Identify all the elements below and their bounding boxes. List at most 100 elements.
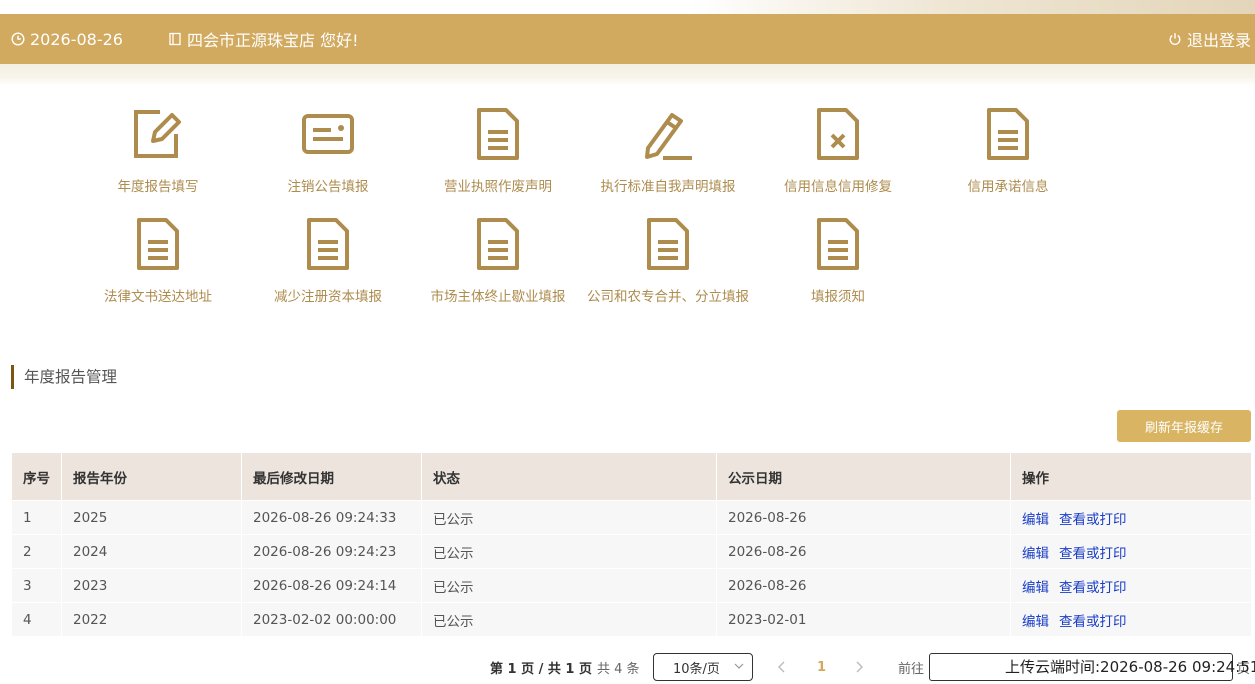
menu-business-termination[interactable]: 市场主体终止歇业填报 (413, 218, 583, 318)
page-info: 第 1 页 / 共 1 页 (490, 661, 592, 677)
cell-status: 已公示 (421, 568, 717, 603)
edit-link[interactable]: 编辑 (1022, 546, 1049, 562)
menu-capital-reduction[interactable]: 减少注册资本填报 (243, 218, 413, 318)
edit-square-icon (134, 110, 181, 158)
top-decor-strip (0, 0, 1255, 14)
edit-link[interactable]: 编辑 (1022, 512, 1049, 528)
column-header: 报告年份 (61, 452, 242, 501)
upload-time-text: 上传云端时间:2026-08-26 09:24:51 (1005, 658, 1255, 676)
cell-modified: 2023-02-02 00:00:00 (241, 602, 422, 637)
page-number-current[interactable]: 1 (817, 653, 826, 681)
menu-label: 营业执照作废声明 (444, 179, 552, 195)
document-icon (137, 218, 179, 270)
prev-page-button[interactable] (777, 653, 787, 681)
page-size-select[interactable]: 10条/页 (653, 653, 753, 681)
menu-license-void[interactable]: 营业执照作废声明 (413, 108, 583, 208)
clock-icon (11, 32, 25, 46)
table-row: 4 2022 2023-02-02 00:00:00 已公示 2023-02-0… (11, 602, 1252, 637)
view-print-link[interactable]: 查看或打印 (1059, 580, 1127, 596)
cell-actions: 编辑 查看或打印 (1010, 602, 1252, 637)
cell-status: 已公示 (421, 602, 717, 637)
document-icon (647, 218, 689, 270)
cell-modified: 2026-08-26 09:24:14 (241, 568, 422, 603)
document-icon (307, 218, 349, 270)
book-icon (169, 32, 181, 46)
next-page-button[interactable] (854, 653, 864, 681)
cell-no: 2 (11, 534, 62, 569)
edit-link[interactable]: 编辑 (1022, 614, 1049, 630)
chevron-right-icon (856, 661, 863, 673)
cell-modified: 2026-08-26 09:24:33 (241, 500, 422, 535)
cell-actions: 编辑 查看或打印 (1010, 568, 1252, 603)
table-header-row: 序号 报告年份 最后修改日期 状态 公示日期 操作 (11, 452, 1252, 501)
chevron-left-icon (778, 661, 785, 673)
cell-no: 4 (11, 602, 62, 637)
cell-publish: 2023-02-01 (716, 602, 1011, 637)
view-print-link[interactable]: 查看或打印 (1059, 546, 1127, 562)
goto-label: 前往 (898, 661, 925, 677)
page-size-value: 10条/页 (673, 661, 720, 677)
logout-label: 退出登录 (1186, 31, 1251, 50)
menu-credit-repair[interactable]: 信用信息信用修复 (753, 108, 923, 208)
cell-modified: 2026-08-26 09:24:23 (241, 534, 422, 569)
column-header: 状态 (421, 452, 717, 501)
menu-legal-address[interactable]: 法律文书送达地址 (73, 218, 243, 318)
menu-annual-report[interactable]: 年度报告填写 (73, 108, 243, 208)
menu-label: 执行标准自我声明填报 (600, 179, 736, 195)
menu-label: 公司和农专合并、分立填报 (587, 289, 749, 305)
menu-label: 填报须知 (811, 289, 865, 305)
document-icon (477, 218, 519, 270)
top-header: 2026-08-26 四会市正源珠宝店 您好! 退出登录 (0, 14, 1255, 64)
cell-year: 2022 (61, 602, 242, 637)
total-count: 共 4 条 (597, 661, 640, 677)
document-icon (477, 108, 519, 160)
refresh-cache-button[interactable]: 刷新年报缓存 (1117, 410, 1251, 442)
column-header: 序号 (11, 452, 62, 501)
menu-label: 年度报告填写 (117, 179, 199, 195)
document-x-icon (817, 108, 859, 160)
document-icon (817, 218, 859, 270)
logout-button[interactable]: 退出登录 (1168, 14, 1251, 64)
document-icon (987, 108, 1029, 160)
cell-publish: 2026-08-26 (716, 500, 1011, 535)
view-print-link[interactable]: 查看或打印 (1059, 512, 1127, 528)
column-header: 最后修改日期 (241, 452, 422, 501)
cell-year: 2024 (61, 534, 242, 569)
table-row: 1 2025 2026-08-26 09:24:33 已公示 2026-08-2… (11, 500, 1252, 535)
cell-actions: 编辑 查看或打印 (1010, 534, 1252, 569)
menu-filing-notice[interactable]: 填报须知 (753, 218, 923, 318)
cell-status: 已公示 (421, 534, 717, 569)
menu-credit-promise[interactable]: 信用承诺信息 (923, 108, 1093, 208)
menu-label: 注销公告填报 (287, 179, 369, 195)
column-header: 公示日期 (716, 452, 1011, 501)
menu-standard-declaration[interactable]: 执行标准自我声明填报 (583, 108, 753, 208)
cell-status: 已公示 (421, 500, 717, 535)
chevron-down-icon (734, 663, 744, 669)
menu-merger-split[interactable]: 公司和农专合并、分立填报 (583, 218, 753, 318)
menu-label: 法律文书送达地址 (104, 289, 212, 305)
menu-label: 市场主体终止歇业填报 (430, 289, 566, 305)
header-greeting: 四会市正源珠宝店 您好! (168, 14, 359, 64)
cell-publish: 2026-08-26 (716, 568, 1011, 603)
cell-no: 1 (11, 500, 62, 535)
header-greeting-text: 四会市正源珠宝店 您好! (187, 31, 359, 50)
section-title: 年度报告管理 (11, 365, 117, 389)
cell-no: 3 (11, 568, 62, 603)
id-card-icon (302, 114, 354, 154)
column-header: 操作 (1010, 452, 1252, 501)
menu-label: 信用承诺信息 (967, 179, 1049, 195)
cell-publish: 2026-08-26 (716, 534, 1011, 569)
header-date: 2026-08-26 (11, 14, 123, 64)
power-icon (1169, 33, 1181, 45)
header-sub-strip (0, 64, 1255, 86)
edit-link[interactable]: 编辑 (1022, 580, 1049, 596)
menu-cancel-notice[interactable]: 注销公告填报 (243, 108, 413, 208)
menu-label: 减少注册资本填报 (274, 289, 382, 305)
annual-report-table: 序号 报告年份 最后修改日期 状态 公示日期 操作 1 2025 2026-08… (11, 452, 1252, 637)
view-print-link[interactable]: 查看或打印 (1059, 614, 1127, 630)
cell-actions: 编辑 查看或打印 (1010, 500, 1252, 535)
cell-year: 2025 (61, 500, 242, 535)
table-row: 2 2024 2026-08-26 09:24:23 已公示 2026-08-2… (11, 534, 1252, 569)
menu-label: 信用信息信用修复 (784, 179, 892, 195)
header-date-text: 2026-08-26 (30, 29, 123, 49)
